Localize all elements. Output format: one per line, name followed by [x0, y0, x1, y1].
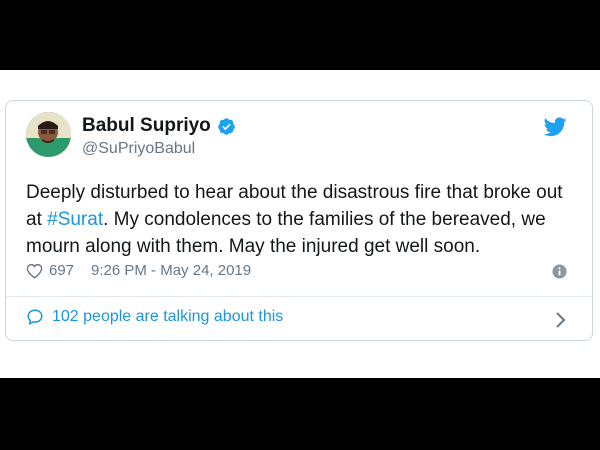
- like-count[interactable]: 697: [49, 262, 74, 279]
- twitter-bird-icon[interactable]: [544, 117, 567, 137]
- conversation-link[interactable]: 102 people are talking about this: [26, 308, 283, 326]
- author-row: Babul Supriyo: [82, 115, 236, 137]
- speech-bubble-icon: [27, 309, 43, 326]
- tweet-text: Deeply disturbed to hear about the disas…: [26, 179, 571, 260]
- avatar[interactable]: [26, 112, 71, 157]
- chevron-right-icon[interactable]: [555, 311, 567, 329]
- info-icon[interactable]: [552, 264, 567, 279]
- hashtag-link[interactable]: #Surat: [47, 209, 103, 230]
- talking-text[interactable]: 102 people are talking about this: [52, 308, 283, 326]
- verified-badge-icon: [217, 117, 235, 135]
- author-name[interactable]: Babul Supriyo: [82, 115, 211, 137]
- embedded-tweet-card[interactable]: Babul Supriyo @SuPriyoBabul Deeply distu…: [5, 100, 593, 341]
- card-divider: [6, 296, 592, 297]
- heart-icon[interactable]: [26, 263, 43, 279]
- author-handle[interactable]: @SuPriyoBabul: [82, 140, 195, 158]
- tweet-meta: 697 9:26 PM - May 24, 2019: [26, 262, 251, 279]
- tweet-text-after: . My condolences to the families of the …: [26, 209, 546, 257]
- tweet-timestamp[interactable]: 9:26 PM - May 24, 2019: [91, 262, 251, 279]
- avatar-photo-icon: [26, 112, 71, 157]
- screenshot-stage: Babul Supriyo @SuPriyoBabul Deeply distu…: [0, 70, 600, 378]
